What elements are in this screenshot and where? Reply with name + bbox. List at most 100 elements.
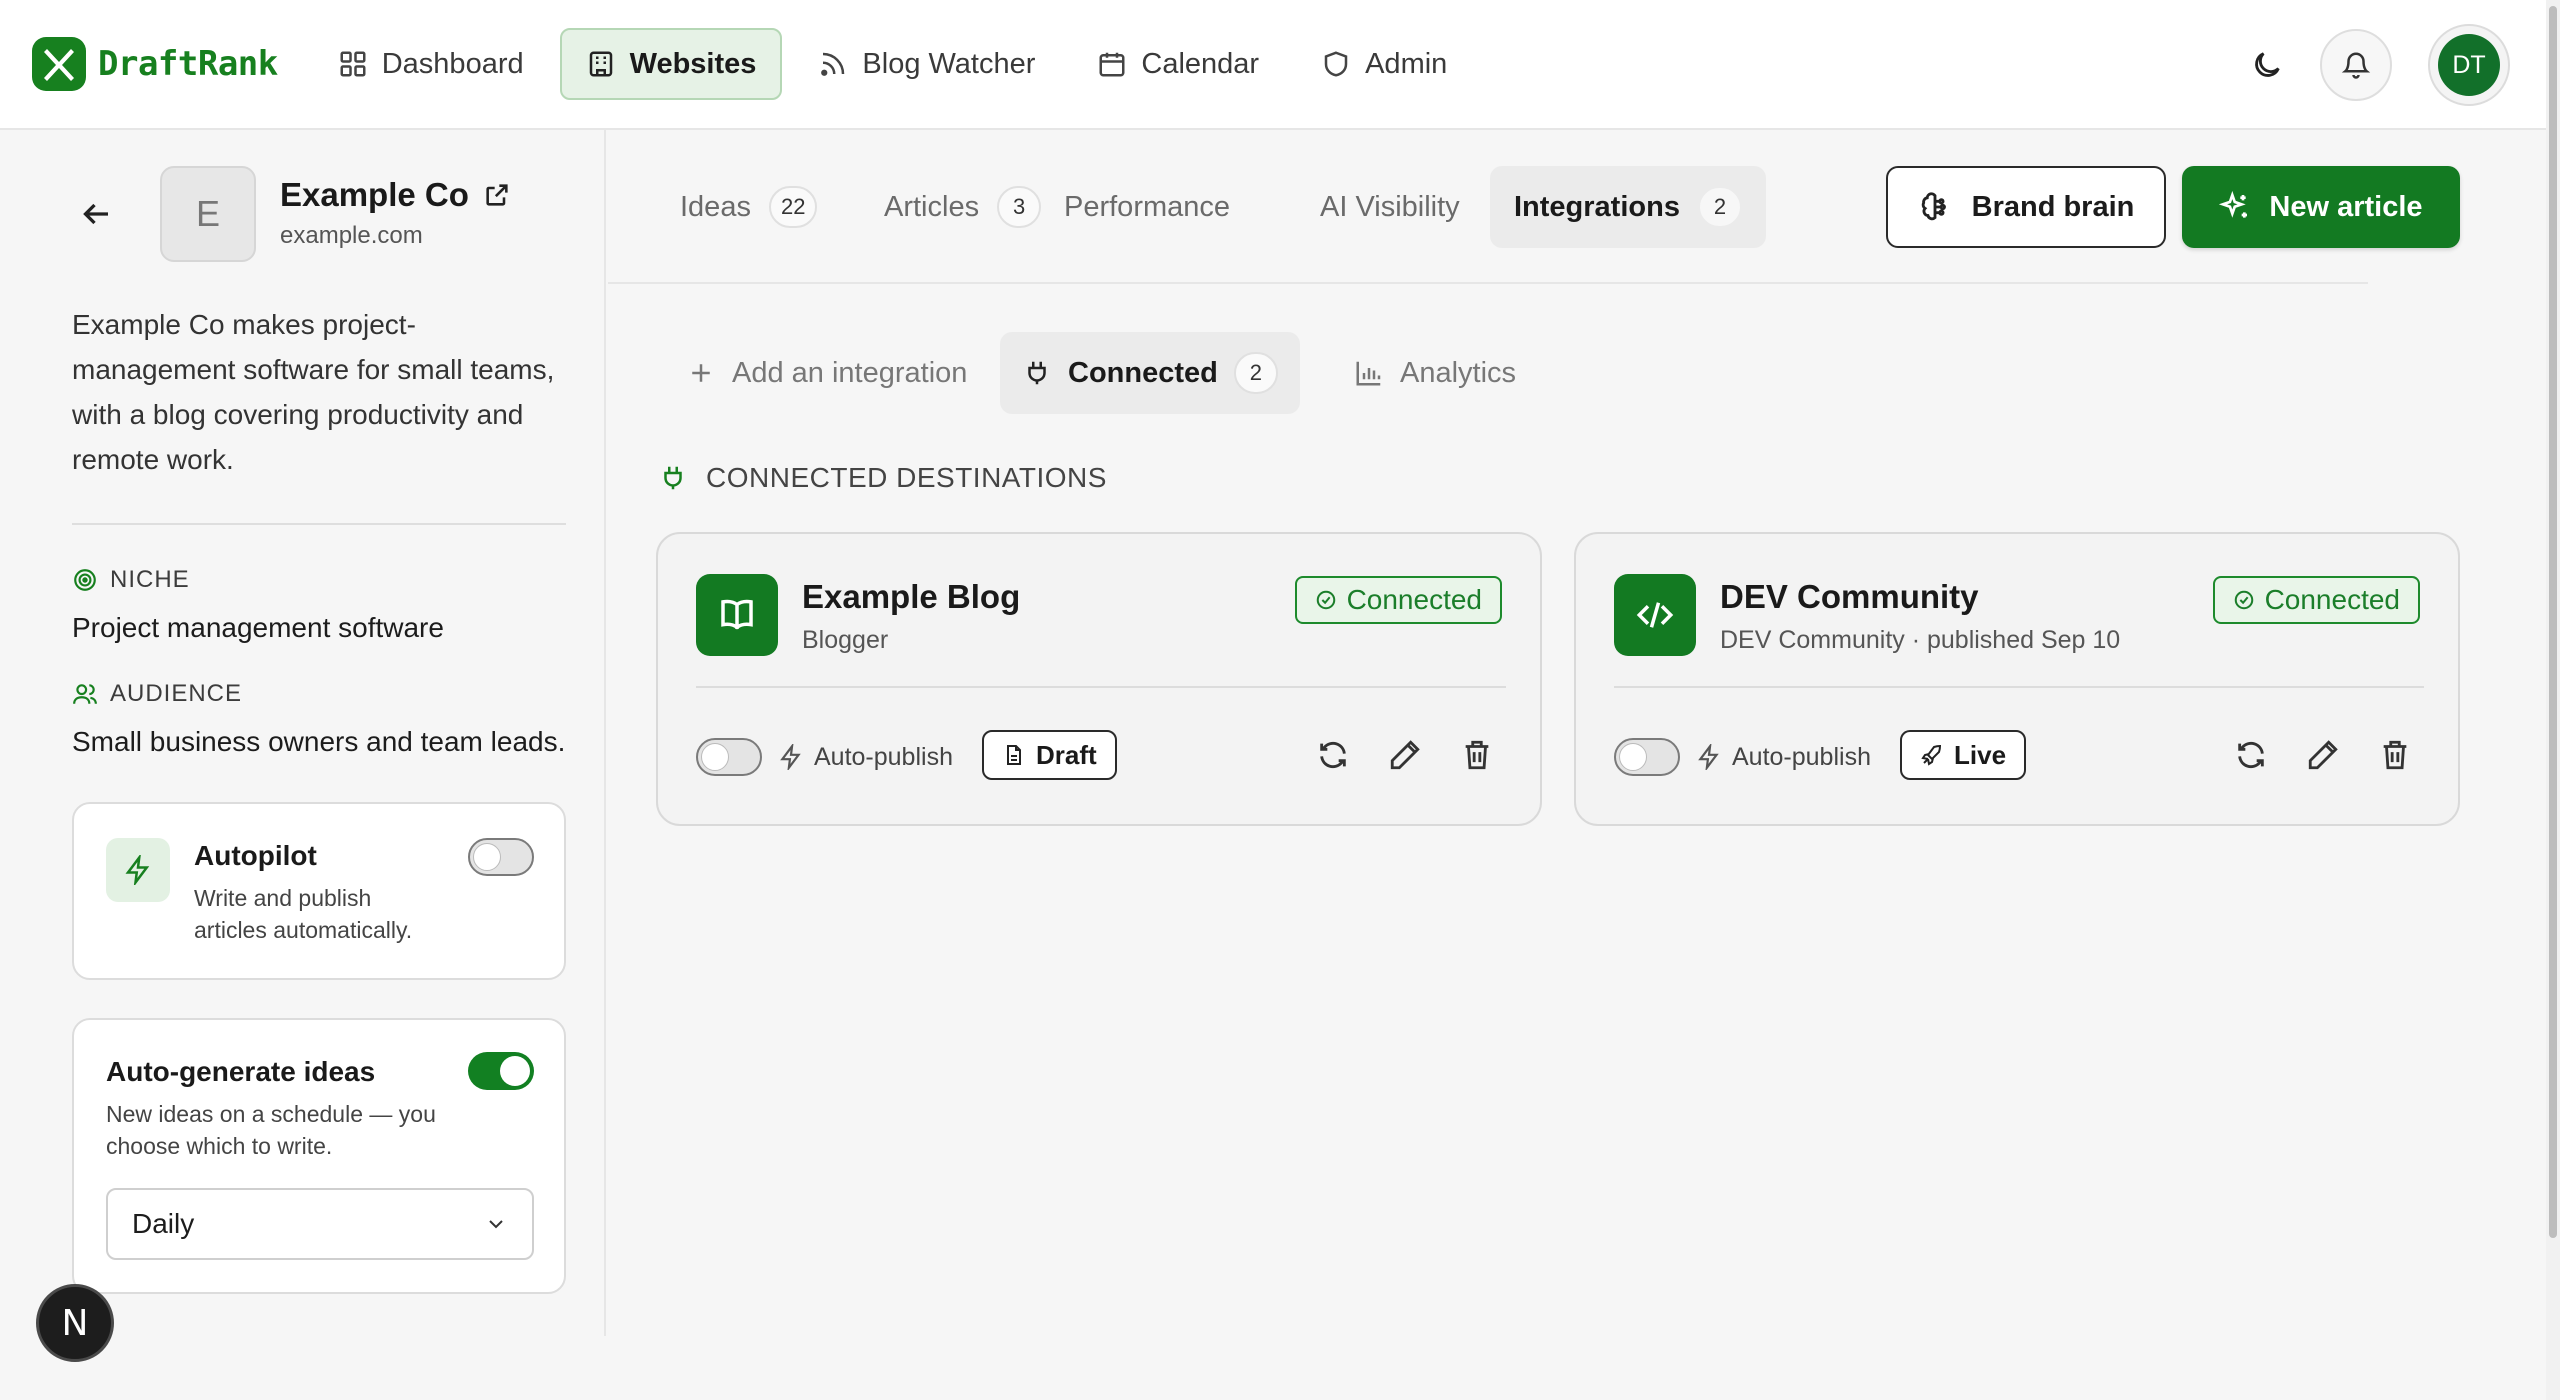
tab-ai-visibility-label: AI Visibility — [1320, 190, 1460, 223]
auto-generate-title: Auto-generate ideas — [106, 1056, 376, 1087]
brand-brain-button[interactable]: Brand brain — [1886, 166, 2166, 248]
tab-ideas[interactable]: Ideas 22 — [656, 166, 841, 248]
chevron-down-icon — [484, 1212, 508, 1236]
website-sidebar: E Example Co example.com Example Co make… — [0, 130, 606, 1336]
card-divider — [1614, 686, 2424, 688]
auto-publish-toggle[interactable] — [1614, 738, 1680, 776]
page-scrollbar[interactable] — [2546, 0, 2560, 1400]
subtab-add-integration-label: Add an integration — [732, 356, 968, 389]
tab-performance[interactable]: Performance — [1040, 166, 1254, 248]
nav-dashboard-label: Dashboard — [381, 47, 524, 80]
niche-value: Project management software — [72, 612, 444, 643]
rss-icon — [818, 49, 848, 79]
brand-name: DraftRank — [98, 44, 278, 84]
refresh-icon[interactable] — [2234, 738, 2268, 772]
subtab-connected-count: 2 — [1233, 352, 1278, 394]
nav-admin[interactable]: Admin — [1295, 28, 1473, 100]
publish-mode-text: Live — [1954, 739, 2007, 770]
avatar: DT — [2438, 34, 2500, 96]
tab-ai-visibility[interactable]: AI Visibility — [1296, 166, 1484, 248]
nav-websites-label: Websites — [629, 47, 757, 80]
site-name[interactable]: Example Co — [280, 176, 511, 214]
pencil-icon[interactable] — [1388, 738, 1422, 772]
nav-calendar-label: Calendar — [1141, 47, 1260, 80]
toggle-knob — [701, 743, 729, 771]
refresh-icon[interactable] — [1316, 738, 1350, 772]
new-article-button[interactable]: New article — [2182, 166, 2460, 248]
publish-mode-text: Draft — [1036, 739, 1097, 770]
nav-calendar[interactable]: Calendar — [1071, 28, 1285, 100]
auto-publish-toggle[interactable] — [696, 738, 762, 776]
auto-generate-toggle[interactable] — [468, 1052, 534, 1090]
brand-brain-label: Brand brain — [1971, 190, 2135, 223]
nav-websites[interactable]: Websites — [559, 28, 783, 100]
subtab-analytics[interactable]: Analytics — [1332, 332, 1538, 414]
subtab-add-integration[interactable]: Add an integration — [664, 332, 989, 414]
site-name-text: Example Co — [280, 176, 469, 213]
book-icon — [716, 594, 758, 636]
rocket-icon — [1920, 743, 1944, 767]
target-icon — [72, 567, 98, 593]
notifications-button[interactable] — [2320, 29, 2392, 101]
tab-integrations[interactable]: Integrations 2 — [1490, 166, 1766, 248]
scrollbar-thumb[interactable] — [2549, 6, 2557, 1238]
auto-publish-text: Auto-publish — [814, 742, 953, 771]
user-menu-button[interactable]: DT — [2428, 24, 2510, 106]
tab-ideas-label: Ideas — [680, 190, 751, 223]
brand-logo[interactable]: DraftRank — [30, 0, 278, 129]
brain-icon — [1918, 190, 1952, 224]
plug-icon — [658, 463, 688, 493]
building-icon — [586, 49, 616, 79]
trash-icon[interactable] — [1460, 738, 1494, 772]
top-navigation-bar: DraftRank Dashboard Websites Blog Watche… — [0, 0, 2546, 130]
nav-blog-watcher-label: Blog Watcher — [862, 47, 1036, 80]
toggle-knob — [500, 1056, 530, 1086]
dev-tools-badge[interactable]: N — [36, 1284, 114, 1362]
calendar-icon — [1097, 49, 1127, 79]
toggle-knob — [1619, 743, 1647, 771]
main-nav: Dashboard Websites Blog Watcher Calendar… — [312, 28, 1474, 100]
nav-admin-label: Admin — [1365, 47, 1448, 80]
publish-mode-button[interactable]: Live — [1900, 730, 2027, 780]
zap-icon — [778, 744, 804, 770]
frequency-value: Daily — [132, 1208, 195, 1239]
nav-dashboard[interactable]: Dashboard — [312, 28, 550, 100]
check-circle-icon — [1315, 589, 1337, 611]
external-link-icon[interactable] — [483, 181, 511, 209]
tab-articles-count: 3 — [997, 186, 1042, 228]
new-article-label: New article — [2269, 190, 2423, 223]
autopilot-toggle[interactable] — [468, 838, 534, 876]
sparkles-icon — [2219, 191, 2251, 223]
tab-articles[interactable]: Articles 3 — [860, 166, 1065, 248]
shield-icon — [1321, 49, 1351, 79]
tab-integrations-count: 2 — [1697, 186, 1742, 228]
destination-icon-tile — [696, 574, 778, 656]
nav-blog-watcher[interactable]: Blog Watcher — [792, 28, 1061, 100]
auto-generate-card: Auto-generate ideas New ideas on a sched… — [72, 1018, 566, 1294]
grid-icon — [338, 49, 368, 79]
publish-mode-button[interactable]: Draft — [982, 730, 1117, 780]
auto-publish-label: Auto-publish — [778, 738, 953, 776]
autopilot-card: Autopilot Write and publish articles aut… — [72, 802, 566, 980]
zap-icon — [1696, 744, 1722, 770]
subtab-connected-label: Connected — [1068, 356, 1218, 389]
site-domain: example.com — [280, 222, 423, 249]
logo-icon — [30, 35, 88, 93]
back-arrow-icon[interactable] — [78, 196, 114, 232]
subtab-connected[interactable]: Connected 2 — [1000, 332, 1300, 414]
autopilot-icon-tile — [106, 838, 170, 902]
autopilot-subtitle: Write and publish articles automatically… — [194, 885, 413, 943]
moon-icon[interactable] — [2250, 48, 2284, 82]
top-right-controls: DT — [2250, 0, 2510, 130]
destination-icon-tile — [1614, 574, 1696, 656]
toggle-knob — [473, 843, 501, 871]
tab-performance-label: Performance — [1064, 190, 1231, 223]
audience-label-text: AUDIENCE — [110, 680, 243, 707]
status-badge-text: Connected — [2264, 584, 2400, 615]
destination-card: Example Blog Blogger Connected Auto-publ… — [656, 532, 1542, 826]
file-icon — [1002, 743, 1026, 767]
auto-generate-subtitle: New ideas on a schedule — you choose whi… — [106, 1101, 436, 1159]
pencil-icon[interactable] — [2306, 738, 2340, 772]
trash-icon[interactable] — [2378, 738, 2412, 772]
frequency-select[interactable]: Daily — [106, 1188, 534, 1260]
